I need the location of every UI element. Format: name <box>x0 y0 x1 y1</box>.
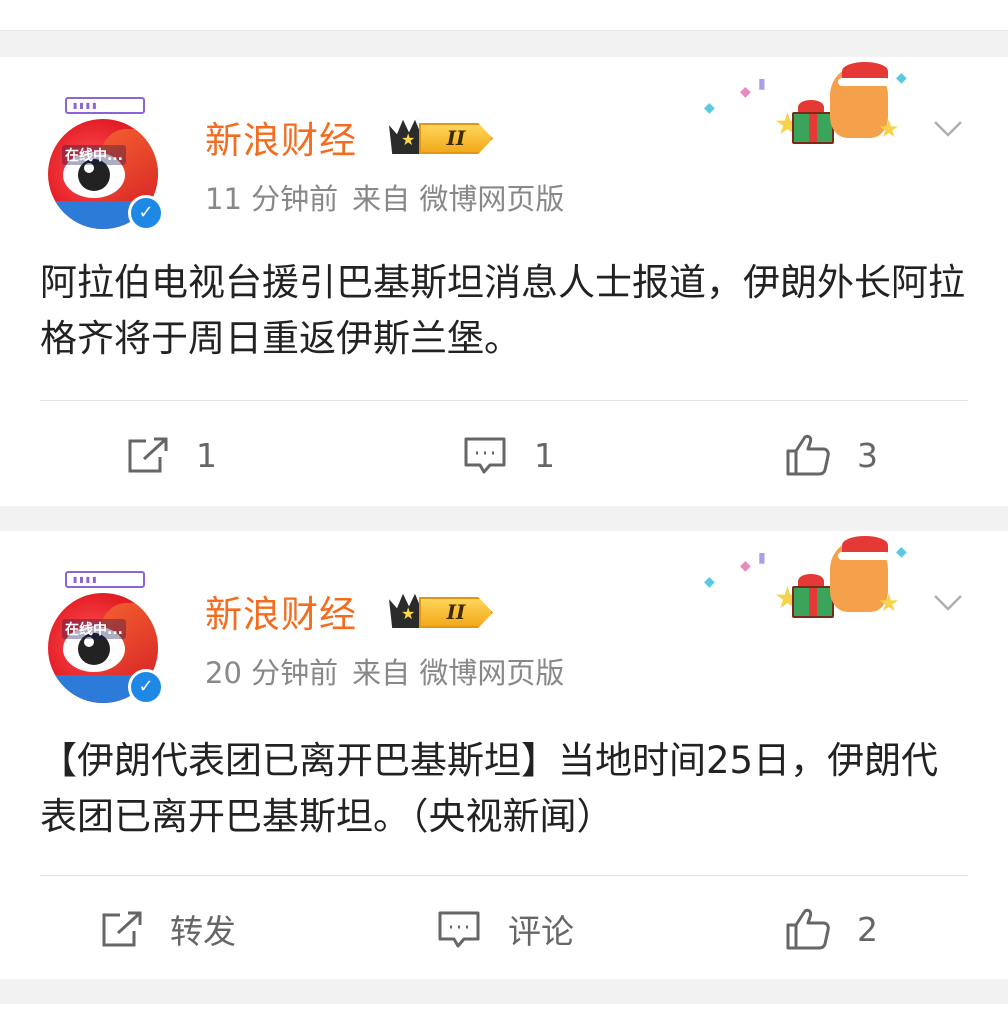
member-level: II <box>419 597 493 628</box>
christmas-decoration: ◆ ◆ ▮ ◆ ★ ★ <box>700 536 912 631</box>
verified-icon: ✓ <box>128 195 164 231</box>
member-badge[interactable]: ★ II <box>389 592 497 628</box>
post-source: 来自 微博网页版 <box>352 656 565 690</box>
post-source: 来自 微博网页版 <box>352 182 565 216</box>
repost-icon <box>102 911 142 947</box>
post-time: 20 分钟前 <box>205 656 339 690</box>
online-status-box: ▮▮▮▮ <box>65 97 145 114</box>
comment-icon <box>464 437 506 474</box>
weibo-post[interactable]: ▮▮▮▮ 在线中... 新 ✓ 新浪财经 ★ II 11 分钟前来自 微博网页版… <box>0 57 1008 506</box>
previous-post-bottom <box>0 0 1008 31</box>
repost-button[interactable]: 转发 <box>100 899 236 959</box>
weibo-post[interactable]: ▮▮▮▮ 在线中... 新 ✓ 新浪财经 ★ II 20 分钟前来自 微博网页版… <box>0 531 1008 979</box>
repost-label: 转发 <box>170 912 236 951</box>
author-name[interactable]: 新浪财经 <box>205 110 357 164</box>
comment-count: 1 <box>534 435 555 475</box>
post-content[interactable]: 阿拉伯电视台援引巴基斯坦消息人士报道，伊朗外长阿拉格齐将于周日重返伊斯兰堡。 <box>40 255 970 367</box>
chevron-down-icon[interactable] <box>932 586 964 618</box>
member-badge[interactable]: ★ II <box>389 118 497 154</box>
like-icon <box>786 434 830 476</box>
post-time: 11 分钟前 <box>205 182 339 216</box>
comment-label: 评论 <box>508 912 574 951</box>
online-status-text: 在线中... <box>62 145 126 165</box>
like-button[interactable]: 2 <box>785 899 878 959</box>
avatar[interactable]: ▮▮▮▮ 在线中... 新 ✓ <box>46 571 164 705</box>
post-actions: 转发 评论 2 <box>0 899 1008 959</box>
verified-icon: ✓ <box>128 669 164 705</box>
like-icon <box>786 908 830 950</box>
comment-icon <box>438 911 480 948</box>
like-count: 3 <box>857 435 878 475</box>
repost-button[interactable]: 1 <box>126 425 217 485</box>
like-count: 2 <box>857 909 878 949</box>
repost-count: 1 <box>196 435 217 475</box>
online-status-text: 在线中... <box>62 619 126 639</box>
divider <box>40 875 968 876</box>
post-meta: 20 分钟前 来自 微博网页版 <box>205 650 564 692</box>
comment-button[interactable]: 1 <box>462 425 555 485</box>
avatar-label: 新 <box>106 227 120 229</box>
post-content[interactable]: 【伊朗代表团已离开巴基斯坦】当地时间25日，伊朗代表团已离开巴基斯坦。（央视新闻… <box>40 733 970 845</box>
next-post-top <box>0 1004 1008 1011</box>
divider <box>40 400 968 401</box>
post-actions: 1 1 3 <box>0 425 1008 485</box>
repost-icon <box>128 437 168 473</box>
christmas-decoration: ◆ ◆ ▮ ◆ ★ ★ <box>700 62 912 157</box>
comment-button[interactable]: 评论 <box>436 899 574 959</box>
author-name[interactable]: 新浪财经 <box>205 584 357 638</box>
avatar[interactable]: ▮▮▮▮ 在线中... 新 ✓ <box>46 97 164 231</box>
avatar-label: 新 <box>106 701 120 703</box>
post-meta: 11 分钟前 来自 微博网页版 <box>205 176 564 218</box>
like-button[interactable]: 3 <box>785 425 878 485</box>
member-level: II <box>419 123 493 154</box>
online-status-box: ▮▮▮▮ <box>65 571 145 588</box>
chevron-down-icon[interactable] <box>932 112 964 144</box>
